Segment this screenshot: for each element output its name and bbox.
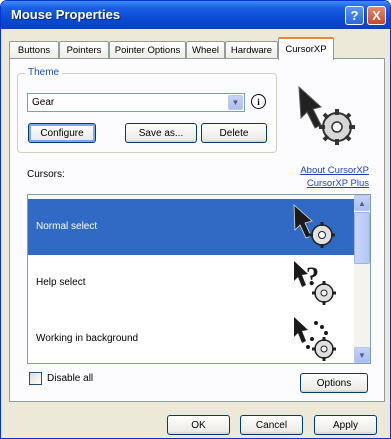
tab-buttons[interactable]: Buttons (9, 41, 59, 59)
scroll-thumb[interactable] (354, 212, 370, 264)
tab-strip: Buttons Pointers Pointer Options Wheel H… (9, 37, 384, 60)
about-cursorxp-link[interactable]: About CursorXP (300, 165, 369, 176)
gear-busy-cursor-icon (294, 317, 336, 361)
scroll-up-icon[interactable]: ▲ (354, 195, 370, 211)
cursor-row-working-in-background[interactable]: Working in background (28, 311, 354, 363)
delete-button[interactable]: Delete (201, 123, 267, 143)
cancel-button[interactable]: Cancel (240, 415, 303, 435)
cursors-label: Cursors: (27, 169, 65, 180)
scroll-down-icon[interactable]: ▼ (354, 347, 370, 363)
cursor-row-label: Normal select (36, 221, 98, 232)
info-icon[interactable]: i (251, 94, 266, 109)
close-button[interactable]: X (367, 6, 386, 25)
title-bar[interactable]: Mouse Properties ? X (1, 1, 390, 29)
window-title: Mouse Properties (11, 7, 121, 22)
gear-arrow-cursor-icon (293, 204, 335, 248)
theme-group-title: Theme (25, 67, 63, 78)
help-button[interactable]: ? (345, 6, 364, 25)
cursor-row-help-select[interactable]: Help select ? (28, 255, 354, 311)
gear-help-cursor-icon: ? (294, 261, 336, 305)
cursorxp-plus-link[interactable]: CursorXP Plus (307, 178, 369, 189)
theme-select-value: Gear (32, 97, 55, 108)
configure-button[interactable]: Configure (28, 123, 96, 143)
chevron-down-icon[interactable]: ▼ (228, 95, 243, 110)
apply-button[interactable]: Apply (314, 415, 377, 435)
gear-cursor-preview-icon (298, 85, 355, 145)
ok-button[interactable]: OK (167, 415, 230, 435)
cursor-row-label: Working in background (36, 333, 139, 344)
cursor-row-label: Help select (36, 277, 86, 288)
tab-cursorxp[interactable]: CursorXP (278, 37, 334, 60)
cursor-row-normal-select[interactable]: Normal select (28, 199, 354, 255)
cursor-list[interactable]: Normal select Help select ? Working in b… (27, 194, 371, 364)
tab-pointers[interactable]: Pointers (59, 41, 109, 59)
tab-hardware[interactable]: Hardware (225, 41, 278, 59)
cursor-list-scrollbar[interactable]: ▲ ▼ (354, 195, 370, 363)
disable-all-checkbox[interactable] (29, 372, 42, 385)
tab-pointer-options[interactable]: Pointer Options (109, 41, 186, 59)
options-button[interactable]: Options (300, 373, 368, 393)
mouse-properties-window: Mouse Properties ? X Buttons Pointers Po… (0, 0, 391, 439)
theme-select[interactable]: Gear ▼ (27, 93, 245, 112)
save-as-button[interactable]: Save as... (125, 123, 197, 143)
disable-all-label[interactable]: Disable all (47, 373, 93, 384)
tab-wheel[interactable]: Wheel (186, 41, 225, 59)
